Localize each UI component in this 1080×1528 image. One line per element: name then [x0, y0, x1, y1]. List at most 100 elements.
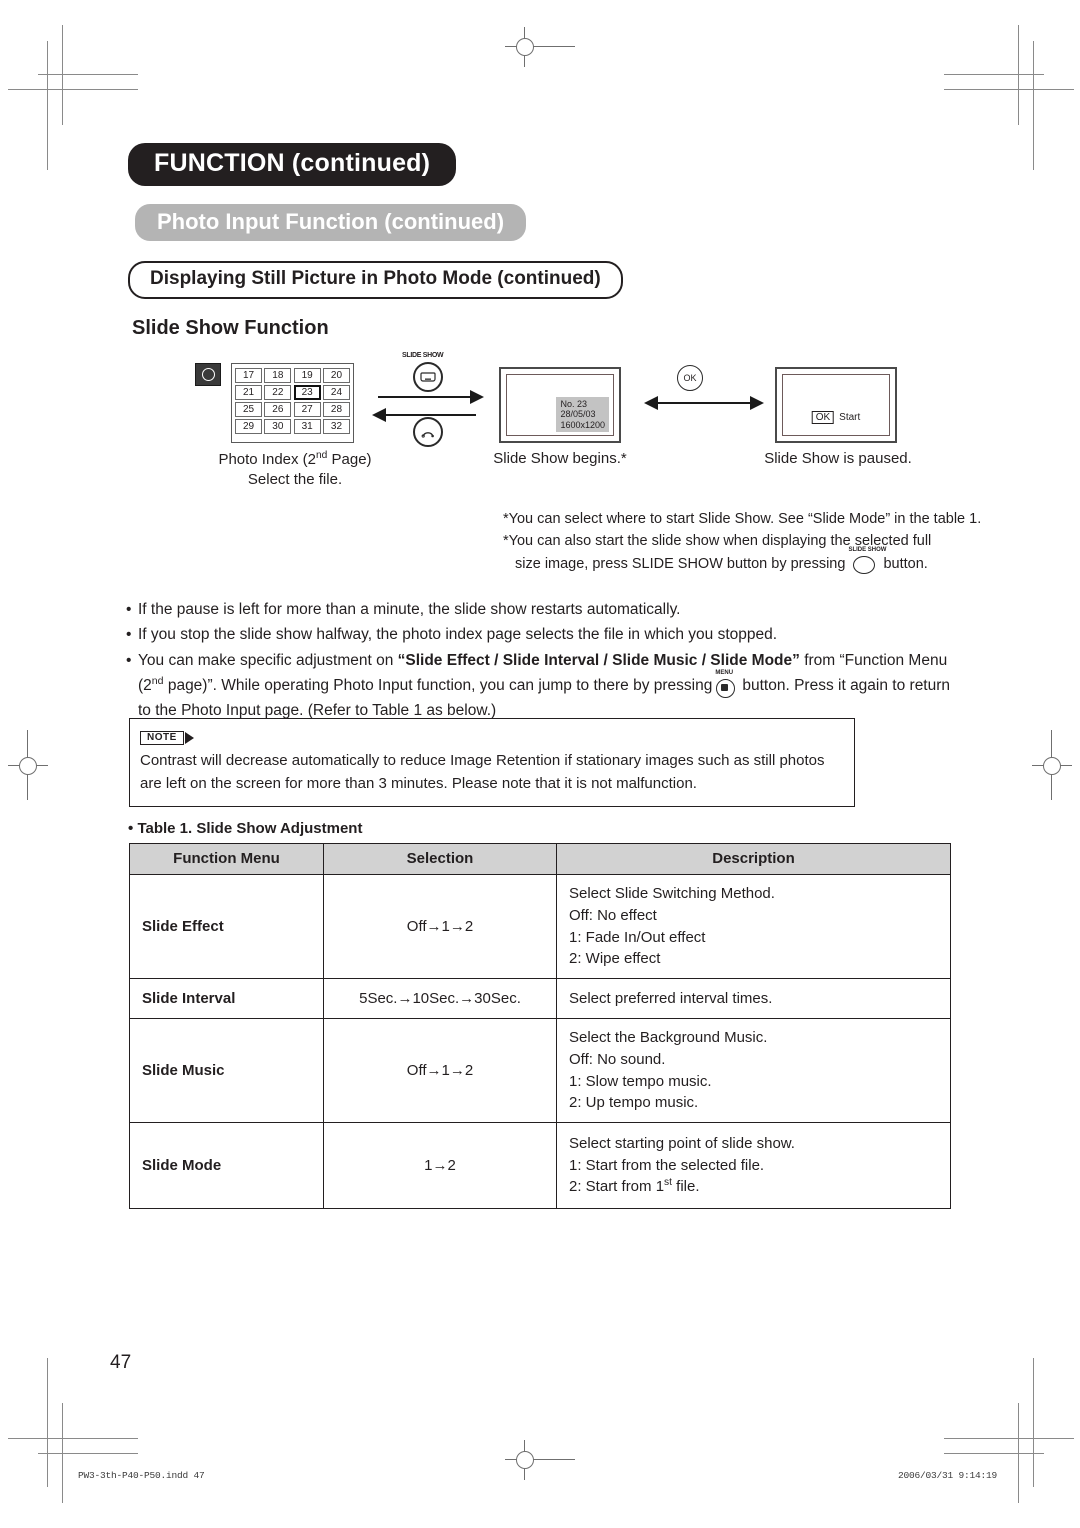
photo-index-caption-ord: nd: [316, 450, 328, 461]
thumbnail[interactable]: 26: [264, 402, 292, 417]
bullet3-ord: nd: [151, 675, 164, 688]
bullet3-c: page)”. While operating Photo Input func…: [163, 677, 713, 695]
thumbnail[interactable]: 21: [235, 385, 262, 400]
cell-selection-slide-mode: 1→2: [323, 1122, 557, 1209]
table-caption-text: Table 1. Slide Show Adjustment: [137, 820, 363, 837]
arrow-bidirectional-head-left: [644, 396, 658, 410]
bullet-marker: •: [126, 601, 132, 618]
thumbnail[interactable]: 18: [264, 368, 292, 383]
star-note-3: size image, press SLIDE SHOW button by p…: [503, 547, 983, 575]
start-label: Start: [839, 412, 861, 423]
note-box: NOTE Contrast will decrease automaticall…: [129, 718, 855, 807]
bullet-item: • If you stop the slide show halfway, th…: [126, 623, 966, 647]
thumbnail[interactable]: 24: [322, 385, 350, 400]
tv-slideshow-begins: No. 23 28/05/03 1600x1200: [499, 367, 621, 443]
cell-description-slide-effect: Select Slide Switching Method. Off: No e…: [556, 874, 951, 979]
photo-index-caption: Photo Index (2nd Page) Select the file.: [195, 449, 395, 489]
photo-index-caption-line2: Select the file.: [247, 470, 343, 488]
star-note-3-text-b: button.: [883, 555, 928, 572]
bullet-item: • You can make specific adjustment on “S…: [126, 649, 966, 724]
photo-index-caption-a: Photo Index (2: [218, 451, 317, 468]
cell-description-slide-mode: Select starting point of slide show. 1: …: [556, 1122, 951, 1209]
subsection-header: Displaying Still Picture in Photo Mode (…: [128, 261, 623, 299]
bullet3-bold: “Slide Effect / Slide Interval / Slide M…: [397, 651, 800, 669]
footer-filename: PW3-3th-P40-P50.indd 47: [78, 1470, 205, 1481]
star-note-1: *You can select where to start Slide Sho…: [503, 511, 982, 527]
bullet-item: • If the pause is left for more than a m…: [126, 598, 966, 622]
photo-index-row: 29 30 31 32: [235, 419, 350, 434]
cell-description-slide-interval: Select preferred interval times.: [556, 978, 951, 1019]
cell-selection-slide-music: Off→1→2: [323, 1018, 557, 1123]
photo-info-osd: No. 23 28/05/03 1600x1200: [556, 396, 609, 432]
note-label: NOTE: [140, 731, 184, 745]
manual-page: FUNCTION (continued) Photo Input Functio…: [0, 0, 1080, 1528]
bullet-text-2: If you stop the slide show halfway, the …: [138, 626, 778, 644]
thumbnail[interactable]: 31: [293, 419, 321, 434]
table-caption-marker: •: [128, 820, 134, 837]
menu-button-inline-icon[interactable]: MENU: [714, 670, 740, 698]
return-button-icon[interactable]: [413, 417, 443, 447]
cell-function-slide-music: Slide Music: [129, 1018, 324, 1123]
column-header-function-menu: Function Menu: [129, 843, 324, 875]
photo-index-row: 21 22 23 24: [235, 385, 350, 400]
photo-index-row: 17 18 19 20: [235, 368, 350, 383]
thumbnail[interactable]: 32: [322, 419, 350, 434]
cell-function-slide-effect: Slide Effect: [129, 874, 324, 979]
cell-selection-slide-interval: 5Sec.→10Sec.→30Sec.: [323, 978, 557, 1019]
slide-show-glyph: [420, 372, 436, 382]
section-header: Photo Input Function (continued): [135, 204, 527, 242]
cell-description-slide-music: Select the Background Music. Off: No sou…: [556, 1018, 951, 1123]
arrow-bidirectional-head-right: [750, 396, 764, 410]
thumbnail[interactable]: 29: [235, 419, 262, 434]
bullet3-a: You can make specific adjustment on: [138, 651, 398, 669]
slide-mode-desc-ord: st: [664, 1177, 672, 1189]
star-note-2: *You can also start the slide show when …: [503, 533, 932, 550]
star-notes: *You can select where to start Slide Sho…: [503, 508, 983, 575]
thumbnail[interactable]: 28: [322, 402, 350, 417]
tv-slideshow-paused: OK Start: [775, 367, 897, 443]
menu-square-glyph: [721, 683, 729, 691]
slide-show-button-icon[interactable]: [413, 362, 443, 392]
thumbnail[interactable]: 19: [293, 368, 321, 383]
bullet-text-3: You can make specific adjustment on “Sli…: [138, 649, 966, 724]
cell-selection-slide-effect: Off→1→2: [323, 874, 557, 979]
slide-mode-desc-line2: 1: Start from the selected file.: [569, 1156, 765, 1174]
table-caption: • Table 1. Slide Show Adjustment: [128, 820, 362, 837]
ok-button-icon[interactable]: OK: [677, 365, 703, 391]
column-header-description: Description: [556, 843, 951, 875]
note-arrow-icon: [184, 732, 194, 744]
note-tag: NOTE: [140, 731, 194, 745]
bullet-marker: •: [126, 626, 132, 644]
ok-key-badge: OK: [811, 411, 835, 424]
thumbnail[interactable]: 17: [235, 368, 262, 383]
thumbnail[interactable]: 20: [322, 368, 350, 383]
slide-mode-desc-line3b: file.: [671, 1178, 700, 1196]
chapter-header: FUNCTION (continued): [128, 143, 457, 186]
photo-index-row: 25 26 27 28: [235, 402, 350, 417]
paused-start-prompt: OK Start: [811, 411, 861, 424]
bullet-text-1: If the pause is left for more than a min…: [138, 601, 681, 618]
thumbnail[interactable]: 27: [293, 402, 321, 417]
return-arrow-glyph: [421, 432, 434, 438]
cell-function-slide-interval: Slide Interval: [129, 978, 324, 1019]
bullet-marker: •: [126, 651, 132, 669]
photo-index-grid: 17 18 19 20 21 22 23 24 25 26 27 28 29 3…: [231, 363, 354, 443]
star-note-3-text-a: size image, press SLIDE SHOW button by p…: [515, 555, 846, 572]
note-text: Contrast will decrease automatically to …: [140, 752, 825, 793]
slide-show-button-inline-icon[interactable]: SLIDE SHOW: [848, 547, 886, 575]
arrow-left-head: [372, 408, 386, 422]
cell-function-slide-mode: Slide Mode: [129, 1122, 324, 1209]
thumbnail-selected[interactable]: 23: [293, 385, 321, 400]
tv-begins-caption: Slide Show begins.*: [493, 450, 627, 467]
thumbnail[interactable]: 30: [264, 419, 292, 434]
camera-icon: [195, 363, 221, 386]
thumbnail[interactable]: 22: [264, 385, 292, 400]
thumbnail[interactable]: 25: [235, 402, 262, 417]
slide-show-button-label: SLIDE SHOW: [402, 352, 444, 359]
topic-heading: Slide Show Function: [132, 317, 329, 339]
table-row: Slide Interval 5Sec.→10Sec.→30Sec. Selec…: [129, 978, 951, 1019]
tv-screen-paused: OK Start: [782, 374, 890, 436]
tv-paused-caption: Slide Show is paused.: [764, 450, 912, 467]
slide-show-inline-label: SLIDE SHOW: [848, 547, 887, 554]
slide-mode-desc-line3a: 2: Start from 1: [569, 1178, 665, 1196]
